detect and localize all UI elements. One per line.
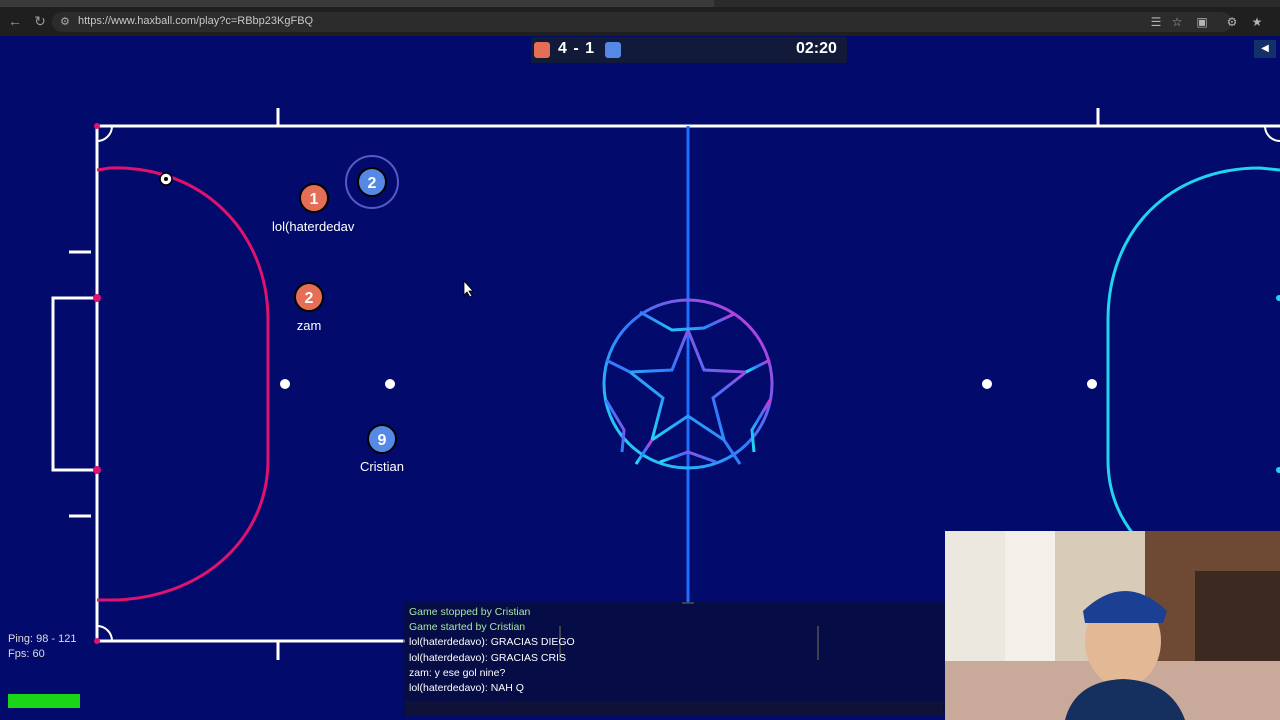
corner-post-top [94,123,100,129]
chat-line: zam: y ese gol nine? [409,667,506,679]
red-team-chip [534,42,550,58]
fps-stat: Fps: 60 [8,648,45,660]
score: 4 - 1 [558,40,596,57]
player-blue-9-name: Cristian [359,459,405,474]
toggle-menu-button[interactable]: ◀ [1254,40,1276,58]
chat-line: lol(haterdedavo): GRACIAS DIEGO [409,636,575,648]
penalty-spot-left-1 [280,379,290,389]
right-goal-post-bottom [1276,467,1280,473]
corner-arc-top-right [1264,125,1280,142]
corner-arc-top-left [96,125,113,142]
webcam-overlay [945,531,1280,720]
corner-arc-bottom-left [96,625,113,642]
penalty-spot-right-2 [1087,379,1097,389]
player-red-2-avatar: 2 [294,282,324,312]
blue-team-chip [605,42,621,58]
player-blue-9-avatar: 9 [367,424,397,454]
player-red-2-name: zam [296,318,322,333]
network-graph [8,694,80,708]
player-red-1-avatar: 1 [299,183,329,213]
corner-post-bottom [94,638,100,644]
penalty-spot-right-1 [982,379,992,389]
penalty-spot-left-2 [385,379,395,389]
chat-line: lol(haterdedavo): NAH Q [409,682,524,694]
webcam-scene [945,531,1280,720]
chat-line: Game stopped by Cristian [409,606,531,618]
goal-post-bottom [93,466,101,474]
chat-input[interactable] [405,701,943,716]
ball [159,172,173,186]
left-penalty-arc [96,166,270,602]
right-penalty-arc [1106,166,1280,536]
mouse-cursor [463,279,474,298]
right-goal-post-top [1276,295,1280,301]
left-goal [51,296,97,472]
player-red-1-name: lol(haterdedav [272,219,355,234]
chat-line: Game started by Cristian [409,621,526,633]
chat-line: lol(haterdedavo): GRACIAS CRIS [409,652,566,664]
player-blue-2-avatar: 2 [357,167,387,197]
game-timer: 02:20 [796,40,837,57]
ping-stat: Ping: 98 - 121 [8,633,77,645]
goal-post-top [93,294,101,302]
